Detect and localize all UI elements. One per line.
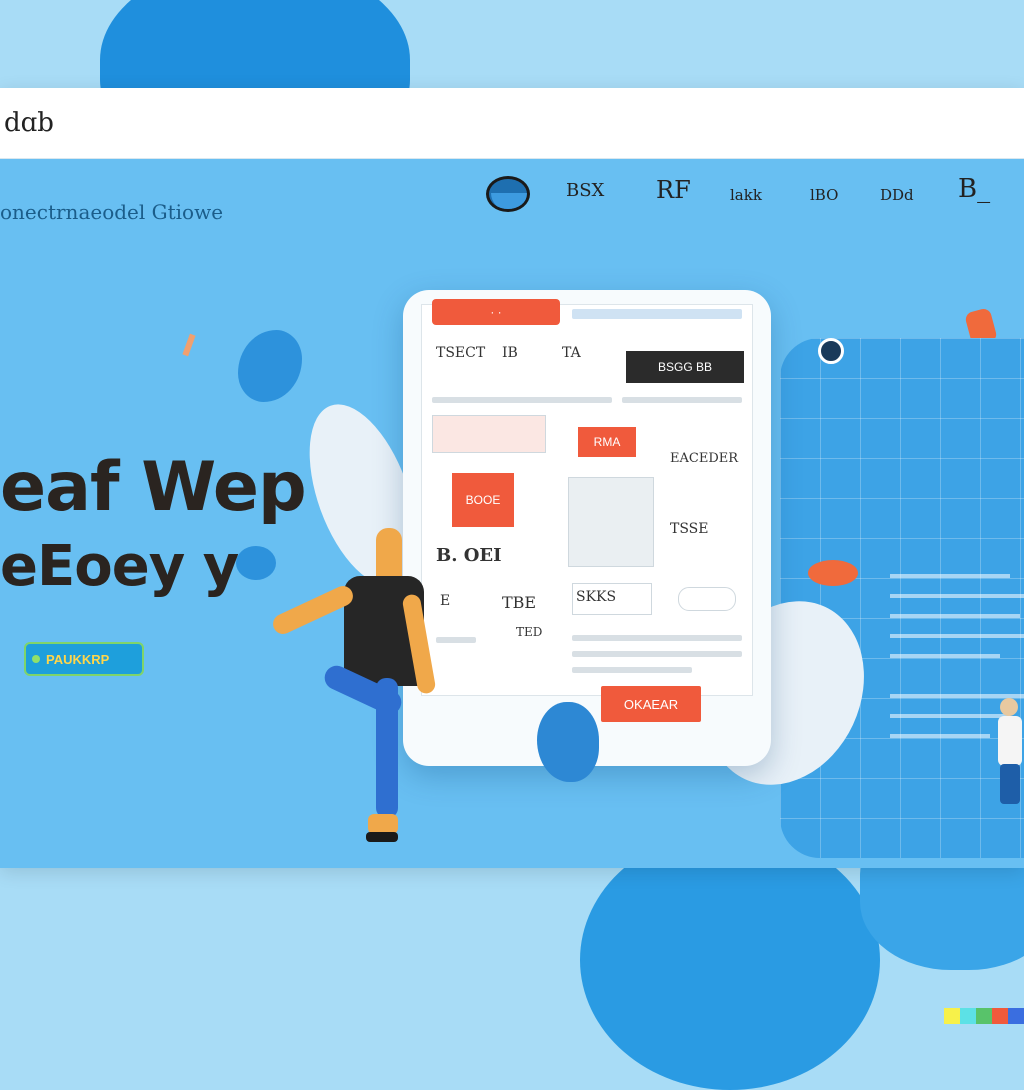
color-swatch xyxy=(944,1008,960,1024)
decor-confetti-orange xyxy=(182,333,196,357)
mockup-toggle[interactable] xyxy=(678,587,736,611)
color-swatch xyxy=(992,1008,1008,1024)
mockup-text-line xyxy=(436,637,476,643)
mockup-text-line xyxy=(572,635,742,641)
person-shoe xyxy=(366,832,398,842)
color-swatch xyxy=(1008,1008,1024,1024)
data-row xyxy=(890,614,1020,618)
person-foot xyxy=(368,814,398,834)
data-row xyxy=(890,634,1024,638)
mockup-label-e: E xyxy=(440,593,451,609)
hero-cta-label: PAUKKRP xyxy=(46,651,110,667)
mockup-label-skks: SKKS xyxy=(576,589,617,605)
address-text: dɑb xyxy=(4,108,54,138)
mockup-image-thumb xyxy=(432,415,546,453)
data-row xyxy=(890,654,1000,658)
mockup-red-block: BOOE xyxy=(452,473,514,527)
mockup-text-line xyxy=(572,667,692,673)
data-row xyxy=(890,594,1024,598)
address-bar[interactable]: dɑb xyxy=(0,88,1024,159)
mockup-text-line xyxy=(622,397,742,403)
person-illustration xyxy=(269,528,440,848)
mockup-url-line xyxy=(572,309,742,319)
mockup-right-label: EACEDER xyxy=(670,451,739,466)
color-swatch xyxy=(960,1008,976,1024)
mockup-label-tbe: TBE xyxy=(502,593,537,612)
mockup-top-tab[interactable]: · · xyxy=(432,299,560,325)
nav-item-2[interactable]: RF xyxy=(656,176,691,204)
mockup-image-placeholder xyxy=(568,477,654,567)
decor-blue-drop xyxy=(537,702,599,782)
mockup-label-boei: B. OEI xyxy=(436,545,502,566)
small-figure-legs xyxy=(1000,764,1020,804)
person-leg-right xyxy=(376,678,398,818)
mockup-dark-tag[interactable]: BSGG BB xyxy=(626,351,744,383)
small-figure-body xyxy=(998,716,1022,766)
mockup-window: · · TSECT IB TA BSGG BB RMA EACEDER BOOE… xyxy=(421,299,753,696)
color-swatch xyxy=(976,1008,992,1024)
mockup-text-line xyxy=(572,651,742,657)
decor-small-avatar xyxy=(818,338,844,364)
background-blob-bottom xyxy=(580,830,880,1090)
nav-item-4[interactable]: lBO xyxy=(810,186,838,204)
button-dot-icon xyxy=(32,655,40,663)
hero-title-line2: eEoey y xyxy=(0,534,239,599)
mockup-bottom-button[interactable]: OKAEAR xyxy=(601,686,701,722)
site-brand[interactable]: onectrnaeodel Gtiowe xyxy=(0,200,223,224)
data-grid-panel xyxy=(780,338,1024,858)
small-figure-head xyxy=(1000,698,1018,716)
decor-orange-disc xyxy=(808,560,858,586)
browser-window: dɑb onectrnaeodel Gtiowe BSX RF lakk lBO… xyxy=(0,88,1024,868)
mockup-text-line xyxy=(432,397,612,403)
mockup-label-tsect: TSECT xyxy=(436,345,486,361)
nav-item-5[interactable]: DDd xyxy=(880,186,914,204)
mockup-red-small: RMA xyxy=(578,427,636,457)
decor-drop-left xyxy=(238,330,302,402)
nav-item-3[interactable]: lakk xyxy=(730,186,762,204)
avatar-icon[interactable] xyxy=(486,176,530,212)
mockup-label-ta: TA xyxy=(562,345,581,361)
nav-item-6[interactable]: B_ xyxy=(958,174,990,204)
hero-cta-button[interactable]: PAUKKRP xyxy=(24,642,144,676)
mockup-label-ib: IB xyxy=(502,345,518,361)
mockup-label-tsse: TSSE xyxy=(670,521,709,537)
small-figure-illustration xyxy=(990,698,1024,808)
data-row xyxy=(890,734,990,738)
hero-title-line1: eaf Wep xyxy=(0,448,307,527)
nav-item-1[interactable]: BSX xyxy=(566,180,604,201)
data-row xyxy=(890,574,1010,578)
mockup-card: · · TSECT IB TA BSGG BB RMA EACEDER BOOE… xyxy=(403,290,771,782)
mockup-label-ted: TED xyxy=(516,625,543,639)
color-strip xyxy=(944,1008,1024,1024)
